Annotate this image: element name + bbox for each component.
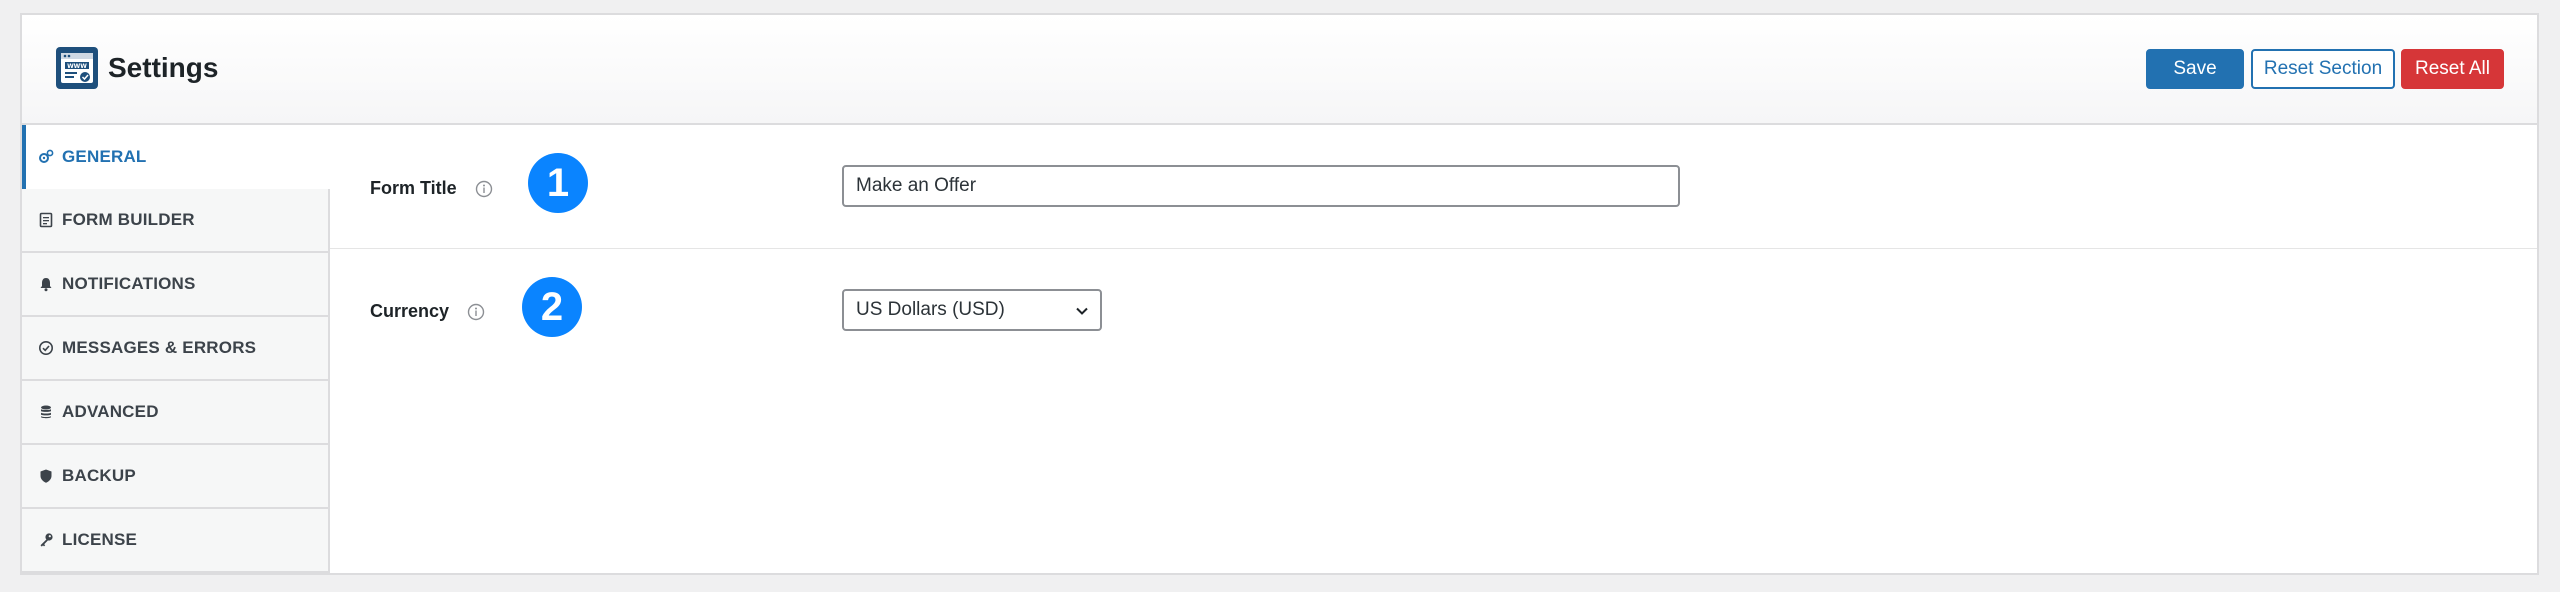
info-icon[interactable] (475, 180, 493, 198)
sidebar-item-general[interactable]: GENERAL (22, 125, 332, 189)
sidebar-item-advanced[interactable]: ADVANCED (22, 381, 330, 445)
sidebar-item-label: GENERAL (62, 147, 147, 166)
form-title-input[interactable] (842, 165, 1680, 207)
chevron-down-icon (1076, 307, 1088, 315)
sidebar-nav: GENERAL FORM BUILDER NOTIFICATIONS MESSA… (22, 125, 332, 573)
sidebar-item-label: ADVANCED (62, 402, 159, 421)
shield-icon (38, 468, 54, 484)
sidebar-item-backup[interactable]: BACKUP (22, 445, 330, 509)
sidebar-item-messages-errors[interactable]: MESSAGES & ERRORS (22, 317, 330, 381)
check-circle-icon (38, 340, 54, 356)
step-badge-2: 2 (522, 277, 582, 337)
sidebar-item-label: LICENSE (62, 530, 138, 549)
header: WWW Settings Save Reset Section Reset Al… (22, 15, 2537, 125)
currency-label: Currency (370, 301, 450, 321)
info-icon[interactable] (467, 303, 485, 321)
sidebar-item-label: NOTIFICATIONS (62, 274, 196, 293)
currency-row: Currency 2 US Dollars (USD) (330, 249, 2537, 369)
settings-panel: WWW Settings Save Reset Section Reset Al… (20, 13, 2539, 575)
step-badge-1: 1 (528, 153, 588, 213)
database-icon (38, 404, 54, 420)
save-button[interactable]: Save (2146, 49, 2244, 89)
currency-select[interactable]: US Dollars (USD) (842, 289, 1102, 331)
svg-text:WWW: WWW (67, 63, 87, 70)
reset-section-button[interactable]: Reset Section (2251, 49, 2395, 89)
sidebar-item-label: BACKUP (62, 466, 136, 485)
sidebar-item-label: MESSAGES & ERRORS (62, 338, 257, 357)
sidebar-item-notifications[interactable]: NOTIFICATIONS (22, 253, 330, 317)
form-title-label: Form Title (370, 178, 457, 198)
page-title: Settings (108, 52, 219, 83)
website-logo-icon: WWW (56, 47, 98, 89)
sidebar-item-license[interactable]: LICENSE (22, 509, 330, 573)
document-icon (38, 212, 54, 228)
currency-selected-value: US Dollars (USD) (856, 299, 1005, 320)
key-icon (38, 532, 54, 548)
gears-icon (38, 149, 54, 165)
form-title-row: Form Title 1 (330, 125, 2537, 249)
settings-content: Form Title 1 Currency 2 US Dollars (USD) (330, 125, 2537, 573)
reset-all-button[interactable]: Reset All (2401, 49, 2504, 89)
sidebar-item-form-builder[interactable]: FORM BUILDER (22, 189, 330, 253)
sidebar-item-label: FORM BUILDER (62, 210, 195, 229)
bell-icon (38, 276, 54, 292)
